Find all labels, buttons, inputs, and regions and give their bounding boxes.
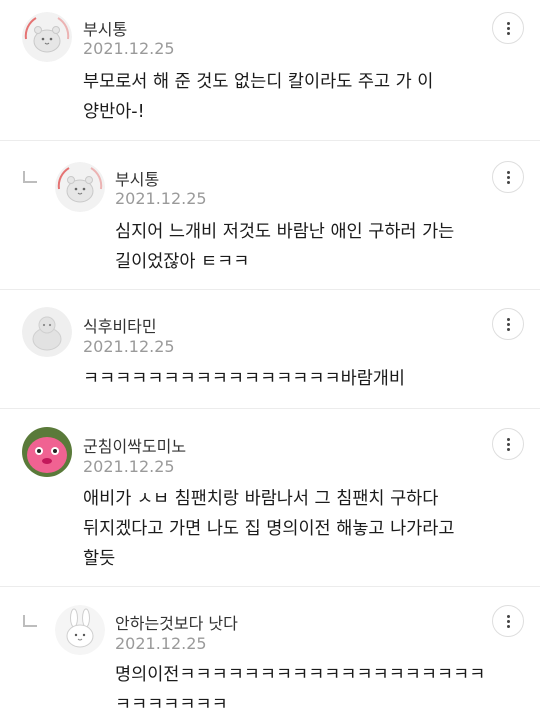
comment-date: 2021.12.25 [115,189,207,208]
rabbit-avatar[interactable] [55,605,105,655]
comment-line: 뒤지겠다고 가면 나도 집 명의이전 해놓고 나가라고 [83,519,455,539]
comment-date: 2021.12.25 [83,457,175,476]
more-vertical-icon[interactable] [492,428,524,460]
comment-author[interactable]: 군침이싹도미노 [83,433,186,457]
comment-body: 명의이전ㅋㅋㅋㅋㅋㅋㅋㅋㅋㅋㅋㅋㅋㅋㅋㅋㅋㅋㅋ ㅋㅋㅋㅋㅋㅋㅋ [115,660,485,720]
more-vertical-icon[interactable] [492,12,524,44]
comment-author[interactable]: 식후비타민 [83,313,157,337]
reply-item: 부시통 2021.12.25 심지어 느개비 저것도 바람난 애인 구하러 가는… [0,141,540,290]
comment-line: 부모로서 해 준 것도 없는디 칼이라도 주고 가 이 [83,72,434,92]
comment-line: 할듯 [83,549,116,569]
comment-item: 군침이싹도미노 2021.12.25 애비가 ㅅㅂ 침팬치랑 바람나서 그 침팬… [0,409,540,587]
comment-body: ㅋㅋㅋㅋㅋㅋㅋㅋㅋㅋㅋㅋㅋㅋㅋㅋ바람개비 [83,364,405,394]
comment-line: 길이었잖아 ㅌㅋㅋ [115,252,250,272]
default-avatar[interactable] [22,307,72,357]
more-vertical-icon[interactable] [492,308,524,340]
comment-body: 심지어 느개비 저것도 바람난 애인 구하러 가는 길이었잖아 ㅌㅋㅋ [115,217,454,277]
comment-item: 부시통 2021.12.25 부모로서 해 준 것도 없는디 칼이라도 주고 가… [0,0,540,141]
comment-author[interactable]: 부시통 [115,166,159,190]
comment-item: 식후비타민 2021.12.25 ㅋㅋㅋㅋㅋㅋㅋㅋㅋㅋㅋㅋㅋㅋㅋㅋ바람개비 [0,290,540,409]
comment-line: 명의이전ㅋㅋㅋㅋㅋㅋㅋㅋㅋㅋㅋㅋㅋㅋㅋㅋㅋㅋㅋ [115,665,486,685]
comment-author[interactable]: 안하는것보다 낫다 [115,610,238,634]
comment-line: ㅋㅋㅋㅋㅋㅋㅋ [115,695,228,715]
reply-item: 안하는것보다 낫다 2021.12.25 명의이전ㅋㅋㅋㅋㅋㅋㅋㅋㅋㅋㅋㅋㅋㅋㅋ… [0,587,540,720]
reply-arrow-icon [23,615,37,627]
comment-author[interactable]: 부시통 [83,16,127,40]
comment-body: 애비가 ㅅㅂ 침팬치랑 바람나서 그 침팬치 구하다 뒤지겠다고 가면 나도 집… [83,484,454,574]
pink-character-avatar[interactable] [22,427,72,477]
comment-date: 2021.12.25 [115,634,207,653]
comment-line: 애비가 ㅅㅂ 침팬치랑 바람나서 그 침팬치 구하다 [83,489,439,509]
comment-body: 부모로서 해 준 것도 없는디 칼이라도 주고 가 이 양반아-! [83,67,433,127]
more-vertical-icon[interactable] [492,161,524,193]
comment-line: 심지어 느개비 저것도 바람난 애인 구하러 가는 [115,222,455,242]
hamster-avatar[interactable] [55,162,105,212]
reply-arrow-icon [23,171,37,183]
more-vertical-icon[interactable] [492,605,524,637]
comment-date: 2021.12.25 [83,39,175,58]
comment-date: 2021.12.25 [83,337,175,356]
comment-line: ㅋㅋㅋㅋㅋㅋㅋㅋㅋㅋㅋㅋㅋㅋㅋㅋ바람개비 [83,369,405,389]
comment-feed: 부시통 2021.12.25 부모로서 해 준 것도 없는디 칼이라도 주고 가… [0,0,540,720]
hamster-avatar[interactable] [22,12,72,62]
comment-line: 양반아-! [83,102,145,122]
